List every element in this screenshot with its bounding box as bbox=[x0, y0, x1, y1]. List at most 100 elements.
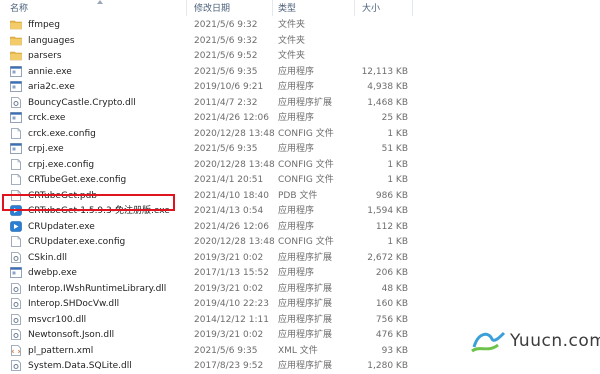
file-name: pl_pattern.xml bbox=[28, 345, 94, 356]
file-size: 1,280 KB bbox=[367, 361, 408, 371]
file-icon bbox=[10, 236, 22, 247]
file-row[interactable]: CRUpdater.exe.config 2020/12/28 13:48 CONF… bbox=[0, 234, 600, 250]
column-header-date[interactable]: 修改日期 bbox=[194, 3, 230, 15]
file-date: 2019/10/6 9:21 bbox=[194, 82, 264, 92]
file-date: 2021/5/6 9:52 bbox=[194, 51, 258, 61]
file-size: 476 KB bbox=[375, 330, 408, 340]
file-row[interactable]: crck.exe 2021/4/26 12:06 应用程序 25 KB bbox=[0, 110, 600, 126]
file-name: BouncyCastle.Crypto.dll bbox=[28, 97, 136, 108]
watermark-text: Yuucn.com bbox=[510, 331, 600, 351]
file-name: crck.exe.config bbox=[28, 128, 96, 139]
folder-icon bbox=[10, 19, 22, 30]
file-name: crpj.exe bbox=[28, 144, 64, 154]
file-date: 2011/4/7 2:32 bbox=[194, 97, 258, 108]
dll-icon bbox=[10, 251, 22, 263]
sort-arrow-icon bbox=[97, 0, 103, 4]
file-size: 25 KB bbox=[381, 113, 408, 123]
file-type: 文件夹 bbox=[278, 51, 306, 61]
xml-icon bbox=[10, 344, 22, 356]
file-row[interactable]: CRUpdater.exe 2021/4/26 12:06 应用程序 112 KB bbox=[0, 219, 600, 235]
watermark: Yuucn.com bbox=[470, 329, 600, 355]
file-size: 1 KB bbox=[387, 237, 408, 247]
file-icon bbox=[10, 127, 22, 139]
column-divider[interactable] bbox=[354, 0, 355, 16]
file-size: 206 KB bbox=[375, 268, 408, 278]
file-size: 1 KB bbox=[387, 175, 408, 185]
file-date: 2021/4/13 0:54 bbox=[194, 206, 264, 216]
file-name: dwebp.exe bbox=[28, 268, 77, 278]
file-row[interactable]: System.Data.SQLite.dll 2017/8/23 9:52 应用程序… bbox=[0, 358, 600, 374]
column-divider[interactable] bbox=[272, 0, 273, 16]
exe-icon bbox=[10, 81, 22, 92]
file-size: 51 KB bbox=[381, 144, 408, 154]
file-size: 93 KB bbox=[381, 345, 408, 356]
column-divider[interactable] bbox=[412, 0, 413, 16]
exe-icon bbox=[10, 267, 22, 278]
file-name: ffmpeg bbox=[28, 20, 60, 30]
file-date: 2020/12/28 13:48 bbox=[194, 237, 275, 247]
file-name: Newtonsoft.Json.dll bbox=[28, 330, 115, 340]
file-row[interactable]: aria2c.exe 2019/10/6 9:21 应用程序 4,938 KB bbox=[0, 79, 600, 95]
exe-icon bbox=[10, 112, 22, 123]
file-size: 12,113 KB bbox=[361, 66, 408, 77]
dll-icon bbox=[10, 298, 22, 309]
column-divider[interactable] bbox=[186, 0, 187, 16]
file-date: 2014/12/12 1:11 bbox=[194, 314, 269, 325]
file-size: 756 KB bbox=[375, 314, 408, 325]
file-date: 2020/12/28 13:48 bbox=[194, 128, 275, 139]
app-icon bbox=[10, 220, 22, 232]
file-type: 应用程序 bbox=[278, 144, 315, 154]
file-name: CSkin.dll bbox=[28, 252, 67, 263]
file-type: 应用程序扩展 bbox=[278, 330, 333, 340]
file-row[interactable]: annie.exe 2021/5/6 9:35 应用程序 12,113 KB bbox=[0, 64, 600, 80]
exe-icon bbox=[10, 143, 22, 154]
column-header-size[interactable]: 大小 bbox=[362, 3, 380, 15]
file-type: 应用程序 bbox=[278, 268, 315, 278]
file-type: CONFIG 文件 bbox=[278, 128, 334, 139]
file-size: 1,594 KB bbox=[367, 206, 408, 216]
file-row[interactable]: parsers 2021/5/6 9:52 文件夹 bbox=[0, 48, 600, 64]
file-row[interactable]: CSkin.dll 2019/3/21 0:02 应用程序扩展 2,672 KB bbox=[0, 250, 600, 266]
column-header-type[interactable]: 类型 bbox=[278, 3, 296, 15]
file-type: 应用程序扩展 bbox=[278, 314, 333, 325]
file-row[interactable]: Interop.IWshRuntimeLibrary.dll 2019/3/21 … bbox=[0, 281, 600, 297]
file-row[interactable]: CRTubeGet.exe.config 2021/4/1 20:51 CONFIG… bbox=[0, 172, 600, 188]
file-type: 应用程序 bbox=[278, 221, 315, 232]
file-type: 应用程序扩展 bbox=[278, 97, 333, 108]
file-row[interactable]: msvcr100.dll 2014/12/12 1:11 应用程序扩展 756 KB bbox=[0, 312, 600, 328]
file-size: 2,672 KB bbox=[367, 252, 408, 263]
file-type: CONFIG 文件 bbox=[278, 175, 334, 185]
file-name: parsers bbox=[28, 51, 62, 61]
file-name: annie.exe bbox=[28, 66, 72, 77]
file-row[interactable]: ffmpeg 2021/5/6 9:32 文件夹 bbox=[0, 17, 600, 33]
file-date: 2021/4/1 20:51 bbox=[194, 175, 264, 185]
file-date: 2021/5/6 9:35 bbox=[194, 345, 258, 356]
file-size: 1 KB bbox=[387, 159, 408, 170]
file-date: 2021/5/6 9:35 bbox=[194, 66, 258, 77]
file-row[interactable]: Interop.SHDocVw.dll 2019/4/10 22:23 应用程序扩展… bbox=[0, 296, 600, 312]
file-date: 2021/4/10 18:40 bbox=[194, 190, 269, 201]
file-row[interactable]: crck.exe.config 2020/12/28 13:48 CONFIG 文件… bbox=[0, 126, 600, 142]
file-type: CONFIG 文件 bbox=[278, 159, 334, 170]
file-type: 应用程序扩展 bbox=[278, 361, 333, 371]
column-header-name[interactable]: 名称 bbox=[10, 3, 28, 15]
file-name: CRTubeGet.exe.config bbox=[28, 175, 127, 185]
file-type: 应用程序 bbox=[278, 66, 315, 77]
dll-icon bbox=[10, 282, 22, 294]
file-date: 2019/3/21 0:02 bbox=[194, 252, 264, 263]
file-row[interactable]: crpj.exe 2021/5/6 9:35 应用程序 51 KB bbox=[0, 141, 600, 157]
file-row[interactable]: BouncyCastle.Crypto.dll 2011/4/7 2:32 应用程序… bbox=[0, 95, 600, 111]
file-row[interactable]: dwebp.exe 2017/1/13 15:52 应用程序 206 KB bbox=[0, 265, 600, 281]
highlight-annotation-box bbox=[2, 194, 175, 211]
file-size: 160 KB bbox=[375, 299, 408, 309]
file-row[interactable]: languages 2021/5/6 9:32 文件夹 bbox=[0, 33, 600, 49]
exe-icon bbox=[10, 65, 22, 77]
file-date: 2019/3/21 0:02 bbox=[194, 330, 264, 340]
dll-icon bbox=[10, 313, 22, 325]
file-type: 文件夹 bbox=[278, 20, 306, 30]
file-row[interactable]: crpj.exe.config 2020/12/28 13:48 CONFIG 文件… bbox=[0, 157, 600, 173]
file-name: crck.exe bbox=[28, 113, 66, 123]
file-date: 2019/4/10 22:23 bbox=[194, 299, 269, 309]
file-type: 应用程序 bbox=[278, 206, 315, 216]
file-name: msvcr100.dll bbox=[28, 314, 87, 325]
